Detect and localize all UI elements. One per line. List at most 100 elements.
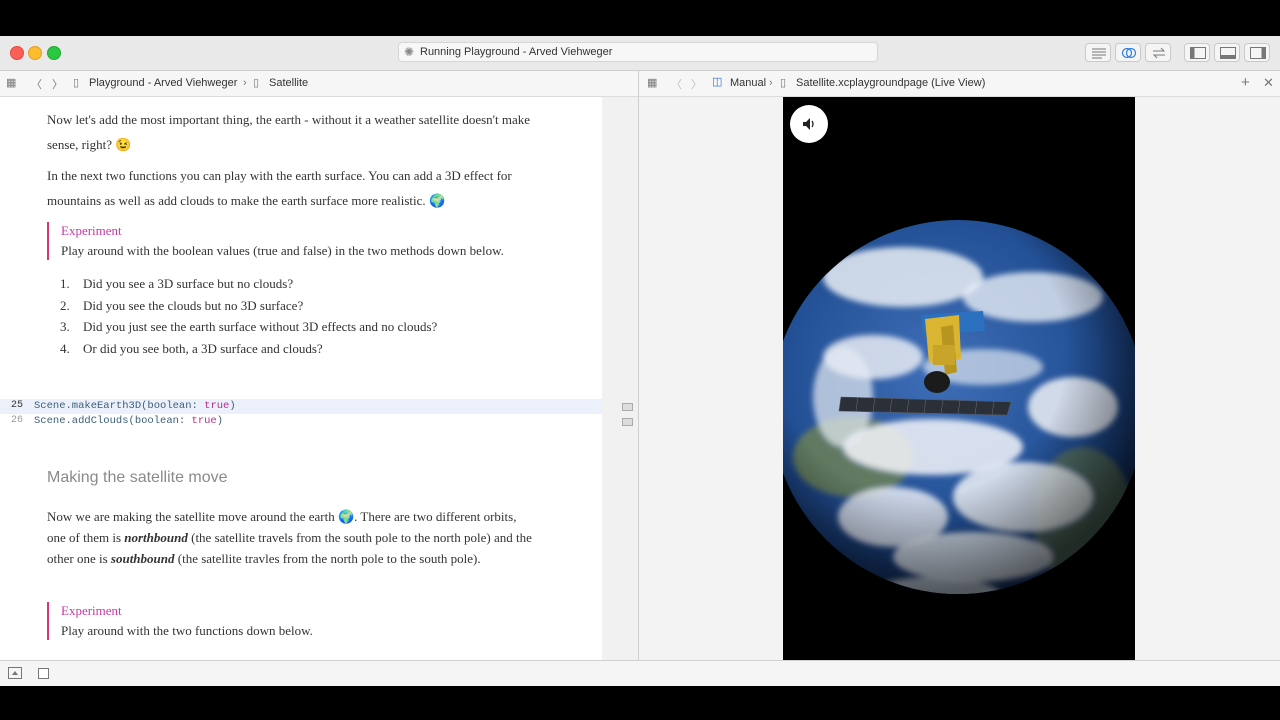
list-item-number: 4. (60, 341, 70, 356)
code-call: Scene.makeEarth3D(boolean: (34, 400, 205, 412)
run-mode-checkbox-icon[interactable] (38, 668, 49, 679)
file-icon: ▯ (253, 77, 260, 89)
assistant-jump-bar: ▦ 〈 〉 ◫ Manual › ▯ Satellite.xcplaygroun… (639, 71, 1280, 97)
breadcrumb-manual[interactable]: Manual (730, 77, 766, 89)
close-window-button[interactable] (10, 46, 24, 60)
breadcrumb-separator-icon: › (243, 77, 247, 89)
experiment-body: Play around with the boolean values (tru… (61, 243, 504, 258)
activity-status: ✺ Running Playground - Arved Viehweger (398, 42, 878, 62)
breadcrumb-separator-icon: › (769, 77, 773, 89)
sound-toggle-button[interactable] (790, 105, 828, 143)
results-sidebar (602, 97, 638, 660)
list-item-number: 1. (60, 276, 70, 291)
text-span: one of them is (47, 530, 122, 545)
editor-jump-bar: ▦ 〈 〉 ▯ Playground - Arved Viehweger › ▯… (0, 71, 638, 97)
list-item: Did you see the clouds but no 3D surface… (83, 298, 304, 313)
file-icon: ▯ (73, 77, 80, 89)
globe-emoji: 🌍 (337, 509, 355, 524)
text-span: (the satellite travels from the south po… (191, 530, 532, 545)
quick-look-icon[interactable] (622, 418, 633, 426)
speaker-icon (803, 118, 814, 130)
breadcrumb-live-view[interactable]: Satellite.xcplaygroundpage (Live View) (796, 77, 985, 89)
code-paren: ) (216, 415, 224, 427)
earth-scene (783, 220, 1135, 594)
list-item-number: 3. (60, 319, 70, 334)
chevron-left-icon[interactable]: 〈 (31, 76, 42, 92)
assistant-editor-button[interactable] (1115, 43, 1141, 62)
text-span: mountains as well as add clouds to make … (47, 193, 426, 208)
code-text[interactable]: Scene.makeEarth3D(boolean: true) (34, 400, 236, 412)
bottom-bar (0, 660, 1280, 686)
toggle-debug-area-button[interactable] (1214, 43, 1240, 62)
close-editor-icon[interactable]: ✕ (1263, 75, 1274, 91)
text-line: Now we are making the satellite move aro… (47, 506, 589, 527)
text-line: one of them is northbound (the satellite… (47, 527, 589, 548)
globe-emoji: 🌍 (428, 193, 446, 208)
list-item-number: 2. (60, 298, 70, 313)
related-items-icon[interactable]: ▦ (647, 76, 657, 89)
minimize-window-button[interactable] (28, 46, 42, 60)
chevron-left-icon[interactable]: 〈 (671, 76, 682, 92)
file-icon: ▯ (780, 77, 787, 89)
text-line: In the next two functions you can play w… (47, 168, 512, 183)
paragraph-functions: In the next two functions you can play w… (47, 163, 589, 213)
quick-look-icon[interactable] (622, 403, 633, 411)
live-view-panel (639, 97, 1280, 660)
arrows-icon (1152, 47, 1166, 59)
title-bar: ✺ Running Playground - Arved Viehweger (0, 36, 1280, 71)
text-span: other one is (47, 551, 108, 566)
text-line: other one is southbound (the satellite t… (47, 548, 589, 569)
standard-editor-button[interactable] (1085, 43, 1111, 62)
text-line: Now let's add the most important thing, … (47, 112, 531, 127)
venn-icon (1121, 47, 1137, 59)
chevron-right-icon[interactable]: 〉 (52, 76, 63, 92)
text-line: sense, right? 😉 (47, 132, 589, 157)
wink-emoji: 😉 (115, 137, 132, 152)
line-number: 26 (11, 415, 24, 426)
code-line-25[interactable]: 25 Scene.makeEarth3D(boolean: true) (0, 399, 602, 414)
experiment-body: Play around with the two functions down … (61, 623, 313, 638)
breadcrumb-satellite[interactable]: Satellite (269, 77, 308, 89)
experiment-accent-bar (47, 222, 49, 260)
code-line-26[interactable]: 26 Scene.addClouds(boolean: true) (0, 414, 602, 429)
experiment-title: Experiment (61, 603, 122, 618)
spinner-icon: ✺ (404, 45, 415, 59)
experiment-title: Experiment (61, 223, 122, 238)
emphasis-southbound: southbound (110, 551, 175, 566)
text-span: (the satellite travles from the north po… (177, 551, 481, 566)
paragraph-orbits: Now we are making the satellite move aro… (47, 506, 589, 569)
left-panel-icon (1190, 47, 1206, 59)
emphasis-northbound: northbound (124, 530, 188, 545)
bottom-panel-icon (1220, 47, 1236, 59)
lines-icon (1092, 48, 1106, 59)
scene-view[interactable] (783, 97, 1135, 660)
bool-literal[interactable]: true (192, 415, 217, 427)
bool-literal[interactable]: true (204, 400, 229, 412)
xcode-window: ✺ Running Playground - Arved Viehweger ▦… (0, 36, 1280, 686)
text-line: mountains as well as add clouds to make … (47, 188, 589, 213)
breadcrumb-playground[interactable]: Playground - Arved Viehweger (89, 77, 237, 89)
toggle-debug-area-icon[interactable] (8, 667, 22, 679)
status-text: Running Playground - Arved Viehweger (420, 46, 613, 58)
version-editor-button[interactable] (1145, 43, 1171, 62)
text-span: Now we are making the satellite move aro… (47, 509, 335, 524)
section-heading: Making the satellite move (47, 469, 228, 486)
text-span: . There are two different orbits, (354, 509, 517, 524)
toggle-navigator-button[interactable] (1184, 43, 1210, 62)
playground-editor[interactable]: Now let's add the most important thing, … (0, 97, 602, 660)
line-number: 25 (11, 400, 24, 411)
chevron-right-icon[interactable]: 〉 (691, 76, 702, 92)
code-paren: ) (229, 400, 236, 412)
code-text[interactable]: Scene.addClouds(boolean: true) (34, 415, 223, 427)
list-item: Did you just see the earth surface witho… (83, 319, 438, 334)
right-panel-icon (1250, 47, 1266, 59)
zoom-window-button[interactable] (47, 46, 61, 60)
list-item: Did you see a 3D surface but no clouds? (83, 276, 294, 291)
add-editor-icon[interactable]: + (1241, 74, 1250, 91)
toggle-utilities-button[interactable] (1244, 43, 1270, 62)
experiment-accent-bar (47, 602, 49, 640)
text-span: sense, right? (47, 137, 112, 152)
related-items-icon[interactable]: ▦ (6, 76, 16, 89)
list-item: Or did you see both, a 3D surface and cl… (83, 341, 323, 356)
code-call: Scene.addClouds(boolean: (34, 415, 192, 427)
